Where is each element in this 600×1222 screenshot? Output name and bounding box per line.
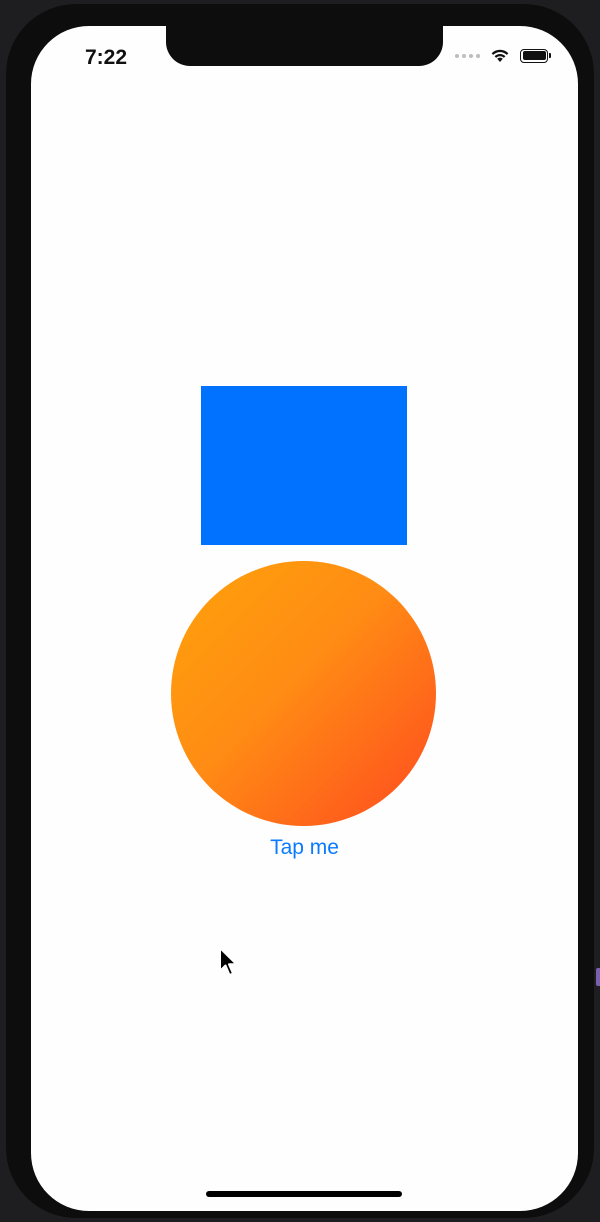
orange-circle (171, 561, 436, 826)
device-screen: 7:22 Tap me (31, 26, 578, 1211)
simulator-window: 7:22 Tap me (0, 0, 600, 1222)
device-bezel: 7:22 Tap me (6, 4, 594, 1218)
home-indicator[interactable] (206, 1191, 402, 1197)
status-time: 7:22 (85, 46, 128, 69)
status-icons (455, 48, 551, 63)
mouse-cursor-icon (219, 947, 238, 976)
wifi-icon (491, 49, 509, 62)
battery-icon (520, 48, 551, 63)
edge-marker (596, 968, 600, 986)
blue-rectangle (201, 386, 407, 545)
tap-me-button[interactable]: Tap me (31, 836, 578, 860)
cellular-dots-icon (455, 53, 480, 58)
notch (166, 26, 443, 66)
